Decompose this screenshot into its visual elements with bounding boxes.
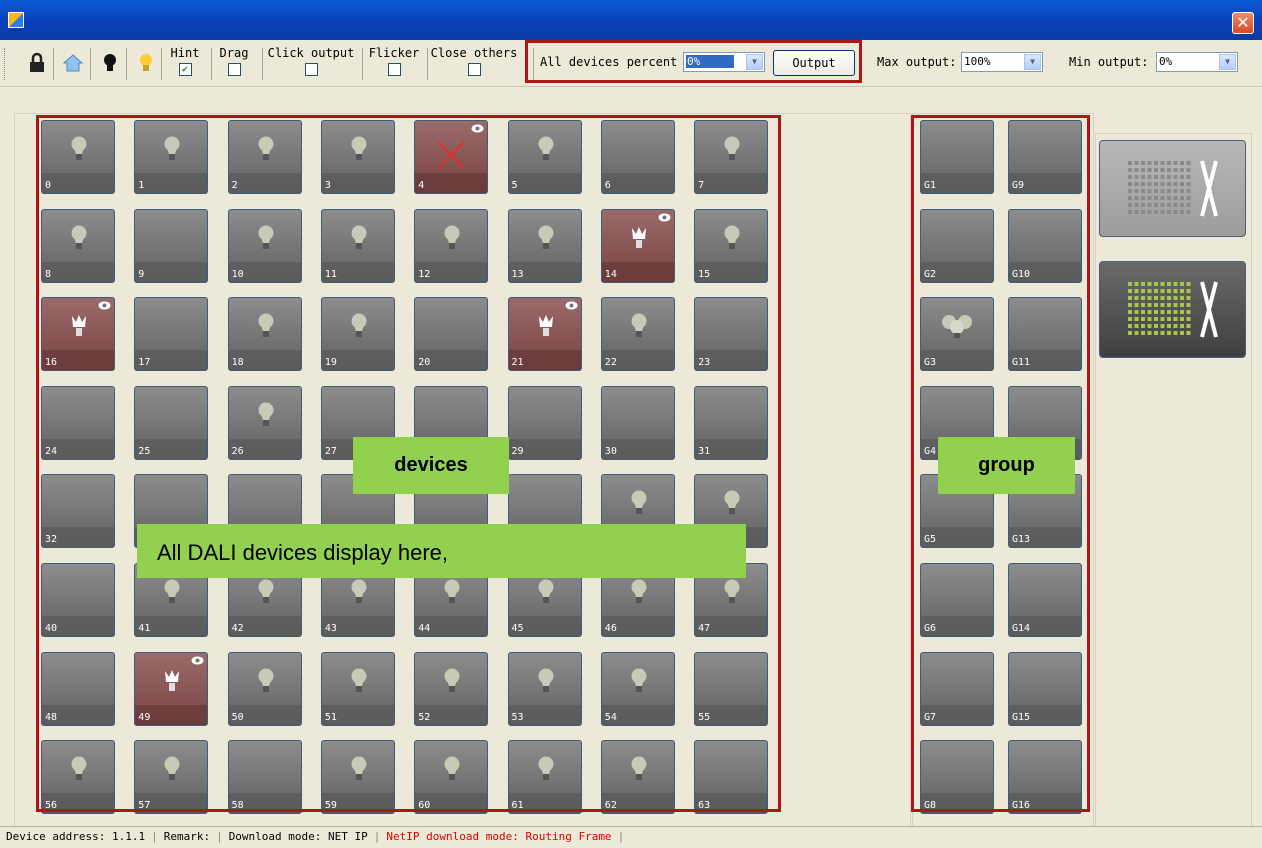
flicker-label: Flicker (368, 46, 420, 60)
status-bar: Device address: 1.1.1 | Remark: | Download m… (0, 826, 1262, 848)
description-callout: All DALI devices display here, (137, 524, 746, 578)
group-callout: group (938, 437, 1075, 494)
drag-checkbox[interactable] (227, 63, 241, 76)
toolbar-separator (126, 48, 127, 80)
toolbar-separator (53, 48, 54, 80)
grid-view-inactive-button[interactable] (1099, 140, 1246, 237)
home-icon[interactable] (62, 52, 84, 74)
close-others-option[interactable]: Close others (428, 46, 520, 76)
toolbar-separator (211, 48, 212, 80)
click-output-option[interactable]: Click output (266, 46, 356, 76)
status-download-mode: Download mode: NET IP (228, 830, 368, 843)
drag-label: Drag (219, 46, 249, 60)
max-output-value: 100% (964, 55, 991, 68)
drag-option[interactable]: Drag (217, 46, 251, 76)
hint-option[interactable]: Hint ✔ (168, 46, 202, 76)
status-netip-mode: NetIP download mode: Routing Frame (386, 830, 612, 843)
close-others-label: Close others (430, 46, 518, 60)
devices-callout: devices (353, 437, 509, 494)
toolbar-grip[interactable] (4, 48, 7, 80)
toolbar-separator (262, 48, 263, 80)
close-others-checkbox[interactable] (467, 63, 481, 76)
chevron-down-icon[interactable]: ▼ (1219, 54, 1236, 70)
lock-icon[interactable] (26, 52, 48, 74)
toolbar-separator (161, 48, 162, 80)
max-output-select[interactable]: 100% ▼ (961, 52, 1043, 72)
app-icon (8, 12, 24, 28)
click-output-checkbox[interactable] (304, 63, 318, 76)
bulb-off-icon[interactable] (99, 52, 121, 74)
status-remark: Remark: (163, 830, 211, 843)
bulb-on-icon[interactable] (135, 52, 157, 74)
grid-on-icon (1128, 281, 1218, 338)
toolbar-separator (90, 48, 91, 80)
max-output-label: Max output: (877, 55, 957, 69)
click-output-label: Click output (267, 46, 355, 60)
grid-off-icon (1128, 160, 1218, 217)
title-bar (0, 0, 1262, 41)
chevron-down-icon[interactable]: ▼ (1024, 54, 1041, 70)
hint-checkbox[interactable]: ✔ (178, 63, 192, 76)
flicker-option[interactable]: Flicker (365, 46, 423, 76)
output-highlight-box (525, 40, 862, 83)
min-output-value: 0% (1159, 55, 1173, 68)
flicker-checkbox[interactable] (387, 63, 401, 76)
status-device-address: Device address: 1.1.1 (6, 830, 146, 843)
min-output-label: Min output: (1069, 55, 1149, 69)
hint-label: Hint (170, 46, 200, 60)
toolbar-separator (362, 48, 363, 80)
close-button[interactable]: ✕ (1232, 12, 1254, 34)
grid-view-active-button[interactable] (1099, 261, 1246, 358)
min-output-select[interactable]: 0% ▼ (1156, 52, 1238, 72)
